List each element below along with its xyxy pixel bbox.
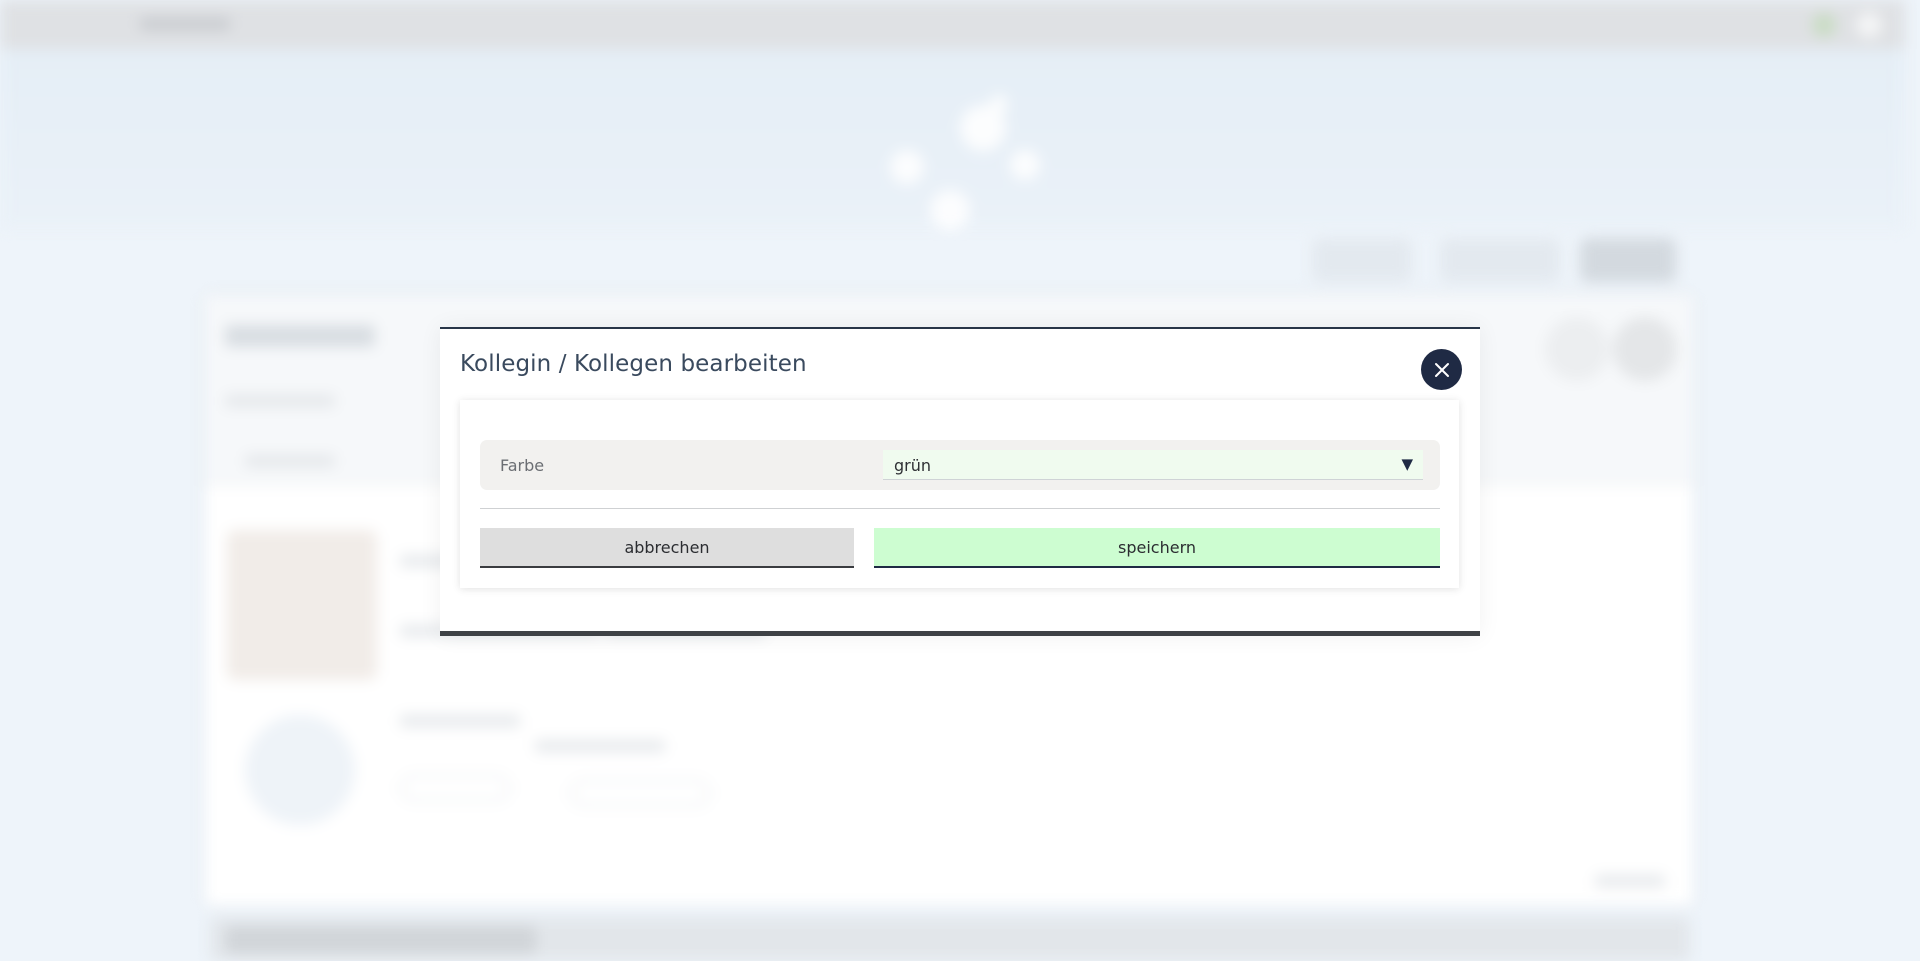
background-avatar [245,715,355,825]
background-bottom-bar [210,918,1690,961]
close-button[interactable] [1421,349,1462,390]
background-user-icon [1856,12,1882,38]
background-top-bar-text [140,18,230,30]
close-icon [1434,362,1449,377]
cancel-button[interactable]: abbrechen [480,528,854,568]
edit-colleague-dialog: Kollegin / Kollegen bearbeiten Farbe grü… [440,327,1480,636]
background-action-button [1312,238,1412,282]
color-select[interactable]: grün ▼ [883,450,1423,480]
background-action-button [1440,238,1560,282]
background-image [227,530,377,680]
save-button[interactable]: speichern [874,528,1440,568]
dialog-body: Farbe grün ▼ abbrechen speichern [460,400,1459,588]
color-field-label: Farbe [500,456,545,475]
background-logo [870,90,1090,240]
dialog-title: Kollegin / Kollegen bearbeiten [460,351,807,377]
background-status-icon [1812,13,1836,37]
divider [480,508,1440,509]
color-select-value: grün [894,456,932,475]
background-top-bar [0,0,1905,49]
background-hero [0,49,1905,229]
color-field-row: Farbe grün ▼ [480,440,1440,490]
triangle-down-icon: ▼ [1401,455,1413,473]
background-action-button [1580,238,1676,282]
